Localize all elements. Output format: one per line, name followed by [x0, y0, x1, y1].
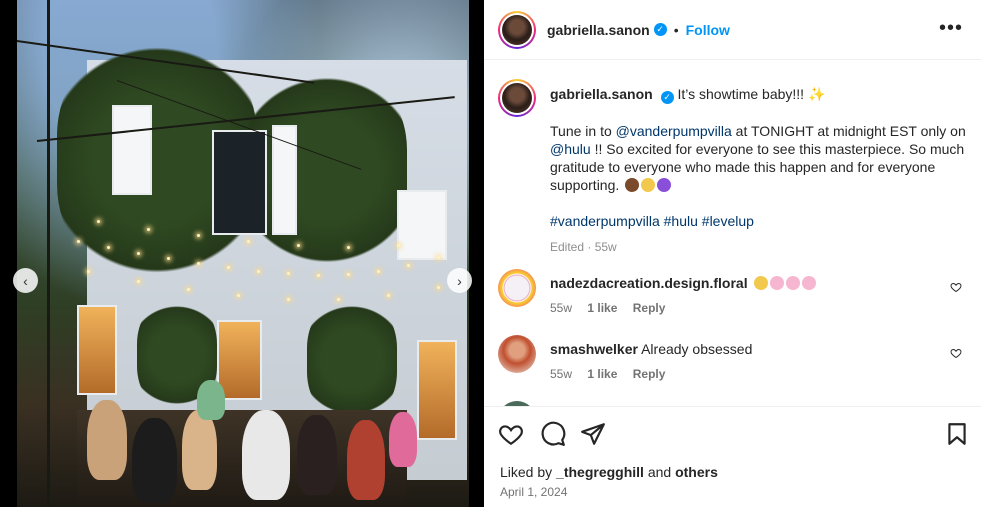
comment-like-heart-icon[interactable] — [950, 347, 962, 359]
guest — [132, 418, 177, 503]
post-image[interactable] — [17, 0, 469, 507]
cherry-blossom-emoji-icon — [801, 276, 816, 290]
comments-section[interactable]: gabriella.sanon ✓ It’s showtime baby!!! … — [484, 61, 981, 406]
guest — [297, 415, 337, 495]
comment-likes[interactable]: 1 like — [587, 301, 617, 315]
bookmark-icon[interactable] — [944, 421, 970, 447]
verified-badge-icon: ✓ — [653, 23, 667, 36]
liked-by-others[interactable]: others — [675, 464, 718, 480]
next-image-button[interactable]: › — [447, 268, 472, 293]
chevron-right-icon: › — [457, 272, 462, 289]
liked-by-and: and — [643, 464, 676, 480]
cherry-blossom-emoji-icon — [785, 276, 800, 290]
comment-like-heart-icon[interactable] — [950, 281, 962, 293]
edited-time: 55w — [594, 240, 617, 254]
author-username[interactable]: gabriella.sanon — [547, 22, 650, 38]
reply-button[interactable]: Reply — [633, 301, 666, 315]
caption-text: at TONIGHT at midnight EST only on — [731, 123, 966, 139]
liked-by-prefix: Liked by — [500, 464, 557, 480]
sparkles-emoji-icon: ✨ — [807, 86, 826, 102]
guest — [182, 410, 217, 490]
separator-dot: • — [673, 21, 679, 38]
author-avatar[interactable] — [498, 10, 536, 49]
reply-button[interactable]: Reply — [633, 367, 666, 381]
window — [217, 320, 262, 400]
commenter-avatar[interactable] — [498, 269, 536, 307]
post-details-panel: gabriella.sanon ✓ • Follow ••• gabriella… — [484, 0, 981, 507]
previous-image-button[interactable]: ‹ — [13, 268, 38, 293]
window — [417, 340, 457, 440]
tree-trunk — [47, 0, 50, 507]
mention-link[interactable]: @hulu — [550, 141, 591, 157]
mention-link[interactable]: @vanderpumpvilla — [616, 123, 732, 139]
liked-by: Liked by _thegregghill and others — [500, 464, 718, 480]
more-options-icon[interactable]: ••• — [939, 18, 963, 38]
cherry-blossom-emoji-icon — [769, 276, 784, 290]
comment-icon[interactable] — [540, 421, 566, 447]
flowers — [389, 412, 417, 467]
post-actions: Liked by _thegregghill and others April … — [484, 406, 981, 507]
smiling-hearts-emoji-icon — [753, 276, 768, 290]
commenter-avatar[interactable] — [498, 335, 536, 373]
window — [112, 105, 152, 195]
liked-by-user[interactable]: _thegregghill — [556, 464, 644, 480]
caption-title: It’s showtime baby!!! — [677, 86, 805, 102]
hashtags: #vanderpumpvilla #hulu #levelup — [550, 212, 970, 230]
guest — [242, 410, 290, 500]
chevron-left-icon: ‹ — [23, 272, 28, 289]
guest — [87, 400, 127, 480]
author-avatar[interactable] — [498, 79, 536, 117]
commenter-username[interactable]: nadezdacreation.design.floral — [550, 275, 748, 291]
comment-likes[interactable]: 1 like — [587, 367, 617, 381]
comment-text: Already obsessed — [641, 341, 753, 357]
edited-meta: Edited · 55w — [550, 240, 617, 254]
instagram-post-view: ‹ › gabriella.sanon ✓ • Follow ••• gabri… — [0, 0, 981, 507]
post-header: gabriella.sanon ✓ • Follow ••• — [484, 0, 981, 60]
caption-text: Tune in to — [550, 123, 616, 139]
guest — [347, 420, 385, 500]
verified-badge-icon: ✓ — [660, 91, 674, 104]
hashtag-link[interactable]: #vanderpumpvilla — [550, 213, 660, 229]
hashtag-link[interactable]: #levelup — [702, 213, 754, 229]
post-date[interactable]: April 1, 2024 — [500, 485, 567, 499]
caption-body: Tune in to @vanderpumpvilla at TONIGHT a… — [550, 122, 970, 194]
comment-time[interactable]: 55w — [550, 367, 572, 381]
comment-time[interactable]: 55w — [550, 301, 572, 315]
follow-button[interactable]: Follow — [686, 22, 730, 38]
share-icon[interactable] — [580, 421, 606, 447]
brown-heart-icon — [625, 178, 640, 192]
heart-icon[interactable] — [498, 421, 524, 447]
caption-username[interactable]: gabriella.sanon — [550, 86, 653, 102]
edited-label: Edited — [550, 240, 585, 254]
guest — [197, 380, 225, 420]
commenter-username[interactable]: smashwelker — [550, 341, 638, 357]
caption-text: !! So excited for everyone to see this m… — [550, 141, 965, 193]
hashtag-link[interactable]: #hulu — [664, 213, 698, 229]
purple-heart-icon — [657, 178, 672, 192]
string-lights — [17, 200, 469, 320]
crying-face-icon — [641, 178, 656, 192]
